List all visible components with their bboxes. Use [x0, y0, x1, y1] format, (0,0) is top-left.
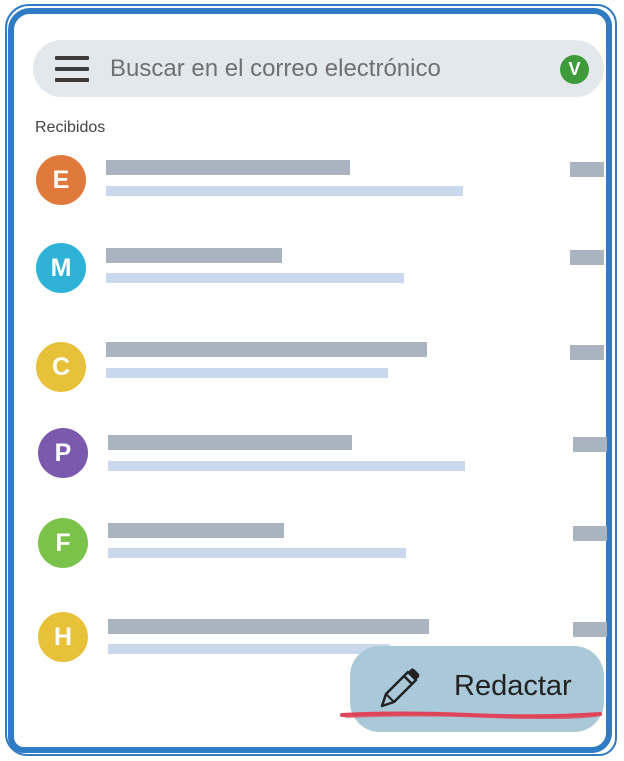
- sender-placeholder-bar: [106, 342, 427, 357]
- sender-placeholder-bar: [108, 523, 284, 538]
- date-placeholder-bar: [573, 437, 607, 452]
- compose-label: Redactar: [454, 670, 572, 702]
- date-placeholder-bar: [570, 162, 604, 177]
- date-placeholder-bar: [573, 622, 607, 637]
- sender-avatar: P: [38, 428, 88, 478]
- sender-placeholder-bar: [106, 160, 350, 175]
- date-placeholder-bar: [570, 345, 604, 360]
- sender-avatar: F: [38, 518, 88, 568]
- date-placeholder-bar: [570, 250, 604, 265]
- sender-avatar: H: [38, 612, 88, 662]
- pencil-icon: [380, 668, 420, 708]
- hamburger-menu-icon[interactable]: [55, 56, 89, 82]
- sender-placeholder-bar: [106, 248, 282, 263]
- sender-avatar: M: [36, 243, 86, 293]
- subject-placeholder-bar: [106, 186, 463, 196]
- account-avatar[interactable]: V: [560, 55, 589, 84]
- compose-button[interactable]: Redactar: [350, 646, 604, 732]
- sender-placeholder-bar: [108, 435, 352, 450]
- sender-avatar: E: [36, 155, 86, 205]
- search-input[interactable]: Buscar en el correo electrónico: [110, 55, 441, 83]
- subject-placeholder-bar: [106, 368, 388, 378]
- subject-placeholder-bar: [108, 548, 406, 558]
- inbox-section-title: Recibidos: [35, 119, 106, 136]
- subject-placeholder-bar: [108, 461, 465, 471]
- date-placeholder-bar: [573, 526, 607, 541]
- search-bar[interactable]: Buscar en el correo electrónico V: [33, 40, 604, 97]
- sender-avatar: C: [36, 342, 86, 392]
- subject-placeholder-bar: [106, 273, 404, 283]
- subject-placeholder-bar: [108, 644, 390, 654]
- sender-placeholder-bar: [108, 619, 429, 634]
